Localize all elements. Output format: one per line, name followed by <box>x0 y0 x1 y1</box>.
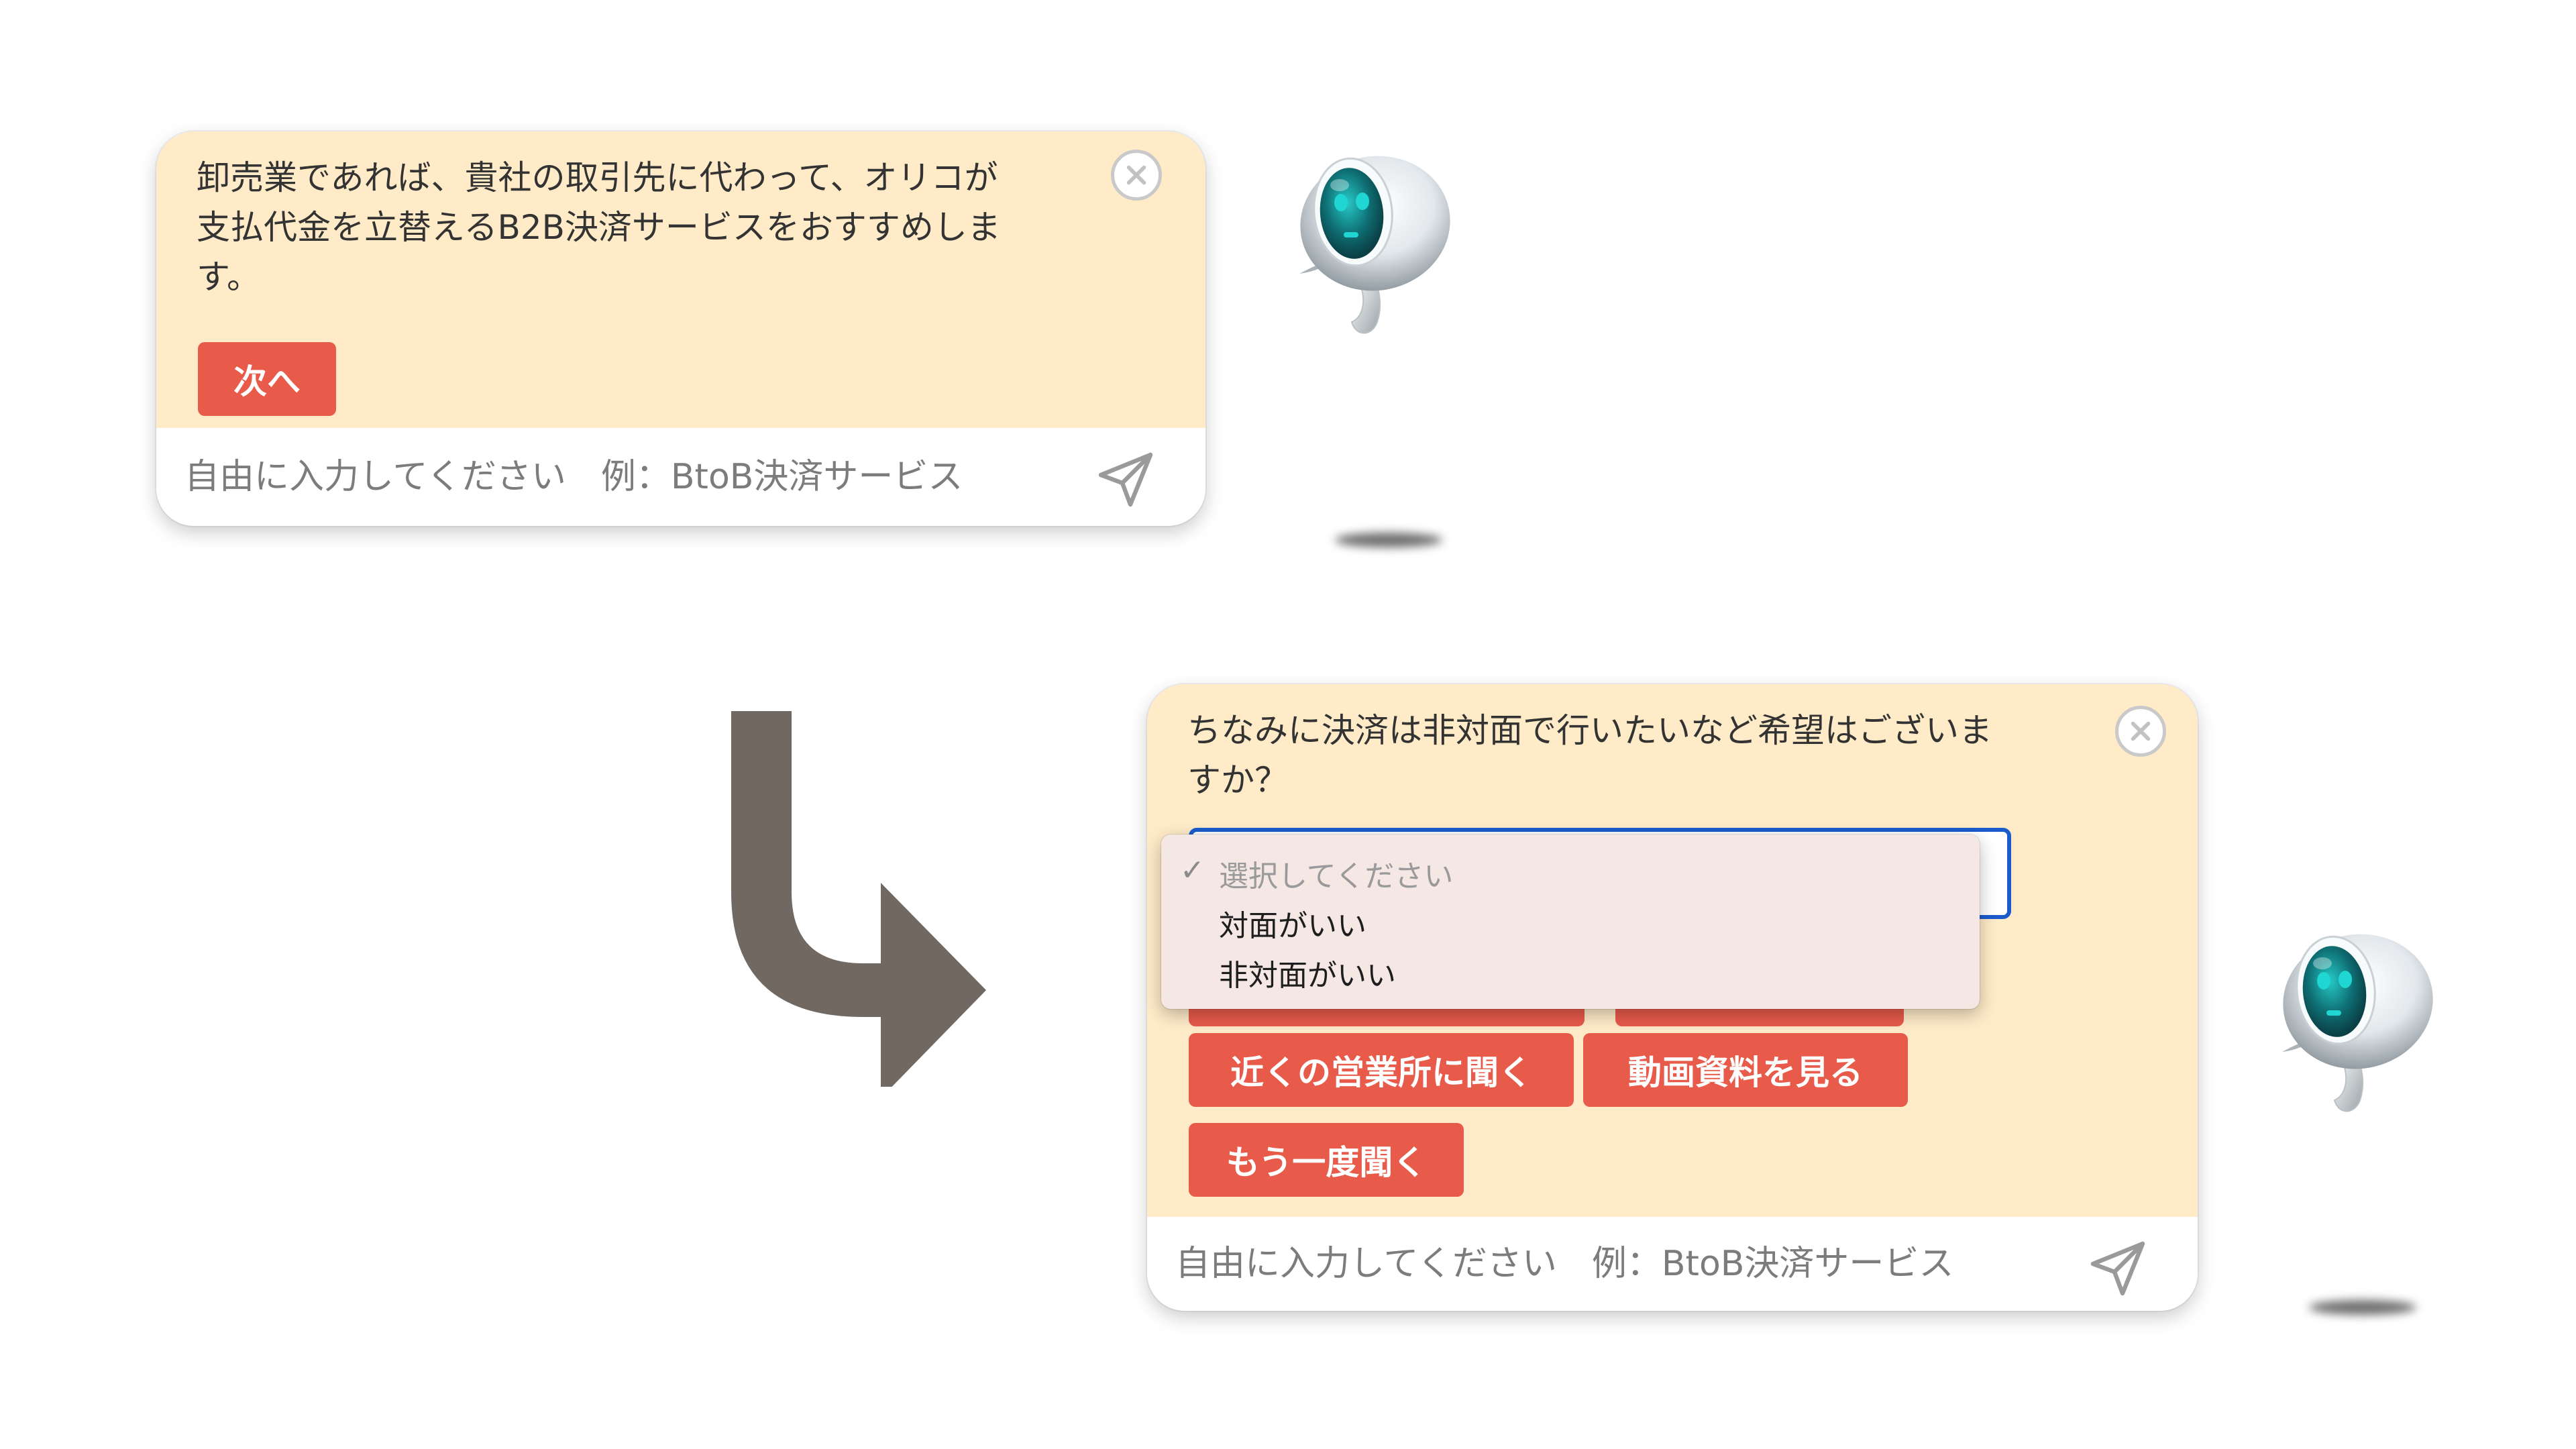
dropdown-option-non-face-to-face[interactable]: 非対面がいい <box>1219 951 1396 994</box>
bot-message: 卸売業であれば、貴社の取引先に代わって、オリコが 支払代金を立替えるB2B決済サ… <box>197 153 1122 302</box>
chat-input-bar <box>1147 1217 2198 1311</box>
robot-shadow <box>2309 1300 2416 1315</box>
robot-shadow <box>1335 533 1442 547</box>
message-line: 支払代金を立替えるB2B決済サービスをおすすめしま <box>197 208 1001 247</box>
dropdown-option-in-person[interactable]: 対面がいい <box>1219 902 1366 945</box>
paper-plane-icon[interactable] <box>2086 1236 2151 1300</box>
robot-mascot <box>2274 924 2442 1112</box>
chat-input[interactable] <box>184 457 1077 497</box>
next-button[interactable]: 次へ <box>198 342 336 416</box>
checkmark-icon: ✓ <box>1180 853 1205 888</box>
close-icon <box>1126 165 1146 185</box>
bent-arrow-down-right-icon <box>731 711 986 1087</box>
select-dropdown-list: ✓ 選択してください 対面がいい 非対面がいい <box>1161 835 1980 1009</box>
chat-input[interactable] <box>1175 1244 2068 1284</box>
close-button[interactable] <box>1111 150 1162 201</box>
close-icon <box>2131 721 2151 741</box>
chat-panel-question: ちなみに決済は非対面で行いたいなど希望はございま すか？ ✓ 選択してください … <box>1147 684 2198 1311</box>
chat-panel-recommendation: 卸売業であれば、貴社の取引先に代わって、オリコが 支払代金を立替えるB2B決済サ… <box>156 131 1205 526</box>
message-line: すか？ <box>1187 761 1288 800</box>
close-button[interactable] <box>2115 706 2166 757</box>
paper-plane-icon[interactable] <box>1094 447 1159 511</box>
bot-message: ちなみに決済は非対面で行いたいなど希望はございま すか？ <box>1187 706 2113 805</box>
view-video-materials-button[interactable]: 動画資料を見る <box>1583 1033 1908 1107</box>
chat-input-bar <box>156 428 1205 526</box>
ask-nearby-office-button[interactable]: 近くの営業所に聞く <box>1189 1033 1574 1107</box>
message-line: ちなみに決済は非対面で行いたいなど希望はございま <box>1187 711 1992 750</box>
ask-again-button[interactable]: もう一度聞く <box>1189 1123 1464 1197</box>
robot-mascot <box>1291 146 1459 335</box>
dropdown-option-placeholder[interactable]: 選択してください <box>1219 852 1453 895</box>
message-line: す。 <box>197 258 260 297</box>
message-line: 卸売業であれば、貴社の取引先に代わって、オリコが <box>197 158 998 197</box>
